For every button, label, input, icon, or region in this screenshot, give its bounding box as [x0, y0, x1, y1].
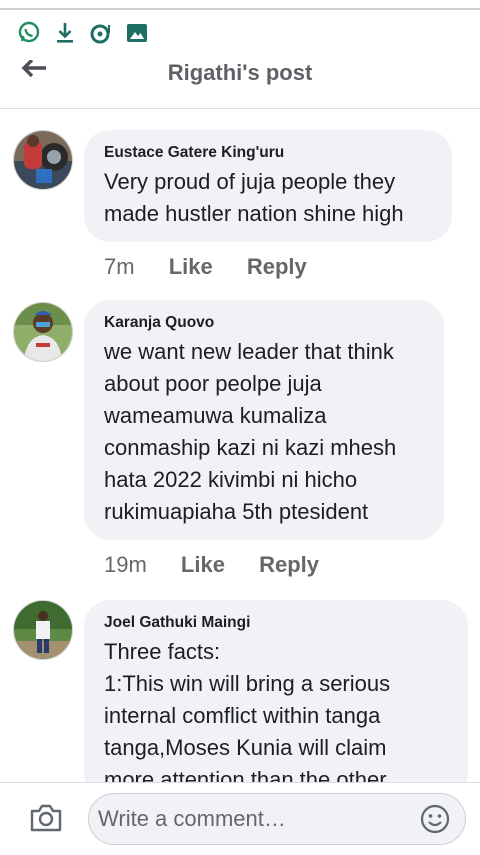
page-title: Rigathi's post: [167, 60, 313, 85]
comment-time: 19m: [104, 552, 147, 577]
comment-bubble[interactable]: Eustace Gatere King'uru Very proud of ju…: [84, 130, 452, 242]
comment-time: 7m: [104, 254, 135, 279]
comment-actions: 19m Like Reply: [104, 552, 347, 578]
data-saver-icon: [90, 24, 110, 44]
status-bar: [0, 0, 480, 60]
status-divider: [0, 8, 480, 10]
comment-bubble[interactable]: Joel Gathuki Maingi Three facts: 1:This …: [84, 600, 468, 800]
download-icon: [57, 23, 73, 43]
comment-author[interactable]: Karanja Quovo: [104, 312, 424, 334]
comment-text: we want new leader that think about poor…: [104, 339, 397, 524]
comment-input[interactable]: Write a comment…: [88, 793, 466, 845]
like-button[interactable]: Like: [169, 254, 213, 280]
avatar[interactable]: [13, 302, 73, 362]
comment-composer: Write a comment…: [0, 782, 480, 855]
camera-icon[interactable]: [28, 800, 64, 836]
post-header: Rigathi's post: [0, 60, 480, 109]
avatar[interactable]: [13, 130, 73, 190]
whatsapp-icon: [18, 21, 40, 43]
comment-author[interactable]: Eustace Gatere King'uru: [104, 142, 432, 164]
avatar[interactable]: [13, 600, 73, 660]
comment-text: Three facts: 1:This win will bring a ser…: [104, 639, 391, 792]
comment-text: Very proud of juja people they made hust…: [104, 169, 404, 226]
comment-actions: 7m Like Reply: [104, 254, 335, 280]
comment-input-placeholder[interactable]: Write a comment…: [98, 806, 286, 832]
comment-author[interactable]: Joel Gathuki Maingi: [104, 612, 448, 634]
smiley-icon[interactable]: [419, 803, 451, 835]
reply-button[interactable]: Reply: [247, 254, 307, 280]
image-icon: [127, 24, 147, 42]
reply-button[interactable]: Reply: [259, 552, 319, 578]
comment-bubble[interactable]: Karanja Quovo we want new leader that th…: [84, 300, 444, 540]
like-button[interactable]: Like: [181, 552, 225, 578]
